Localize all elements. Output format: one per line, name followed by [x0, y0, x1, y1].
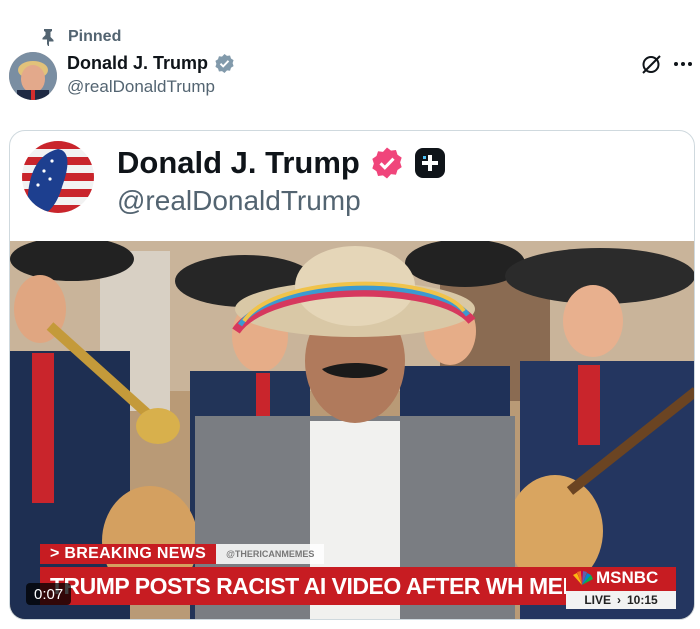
author-name-row[interactable]: Donald J. Trump — [67, 52, 235, 74]
chyron-top-bar: > BREAKING NEWS @THERICANMEMES — [40, 544, 325, 564]
flag-portrait-avatar — [22, 141, 94, 213]
author-avatar[interactable] — [9, 52, 57, 100]
more-dots-icon — [674, 62, 692, 66]
source-watermark: @THERICANMEMES — [216, 544, 325, 564]
video-duration-badge: 0:07 — [26, 583, 72, 605]
author-name[interactable]: Donald J. Trump — [67, 53, 208, 74]
card-author-handle: @realDonaldTrump — [117, 185, 361, 216]
avatar-portrait — [9, 52, 57, 100]
live-label: LIVE — [584, 593, 611, 607]
network-logo: MSNBC — [571, 568, 658, 588]
video-player[interactable]: > BREAKING NEWS @THERICANMEMES TRUMP POS… — [10, 241, 694, 619]
chyron-headline: TRUMP POSTS RACIST AI VIDEO AFTER WH MEE… — [40, 567, 566, 605]
card-author-name: Donald J. Trump — [117, 145, 360, 180]
pinned-indicator: Pinned — [40, 26, 121, 48]
grok-icon — [642, 55, 661, 74]
network-name: MSNBC — [596, 568, 659, 587]
embedded-media-card[interactable]: Donald J. Trump @realDonaldTrump > BREAK… — [9, 130, 695, 620]
author-handle[interactable]: @realDonaldTrump — [67, 77, 215, 97]
more-options-button[interactable] — [672, 52, 694, 76]
card-avatar — [22, 141, 94, 213]
pin-icon — [42, 29, 54, 46]
breaking-news-label: > BREAKING NEWS — [40, 544, 217, 564]
pinned-label: Pinned — [68, 28, 122, 45]
broadcast-time: 10:15 — [626, 593, 658, 607]
chevron-right-icon: › — [616, 593, 621, 607]
peacock-icon — [573, 571, 593, 585]
live-indicator: LIVE › 10:15 — [566, 591, 676, 609]
verified-badge-icon — [215, 53, 234, 73]
card-name-row: Donald J. Trump — [117, 145, 446, 181]
plus-square-icon — [414, 148, 445, 178]
grok-button[interactable] — [640, 52, 664, 76]
verified-badge-icon — [372, 147, 402, 179]
